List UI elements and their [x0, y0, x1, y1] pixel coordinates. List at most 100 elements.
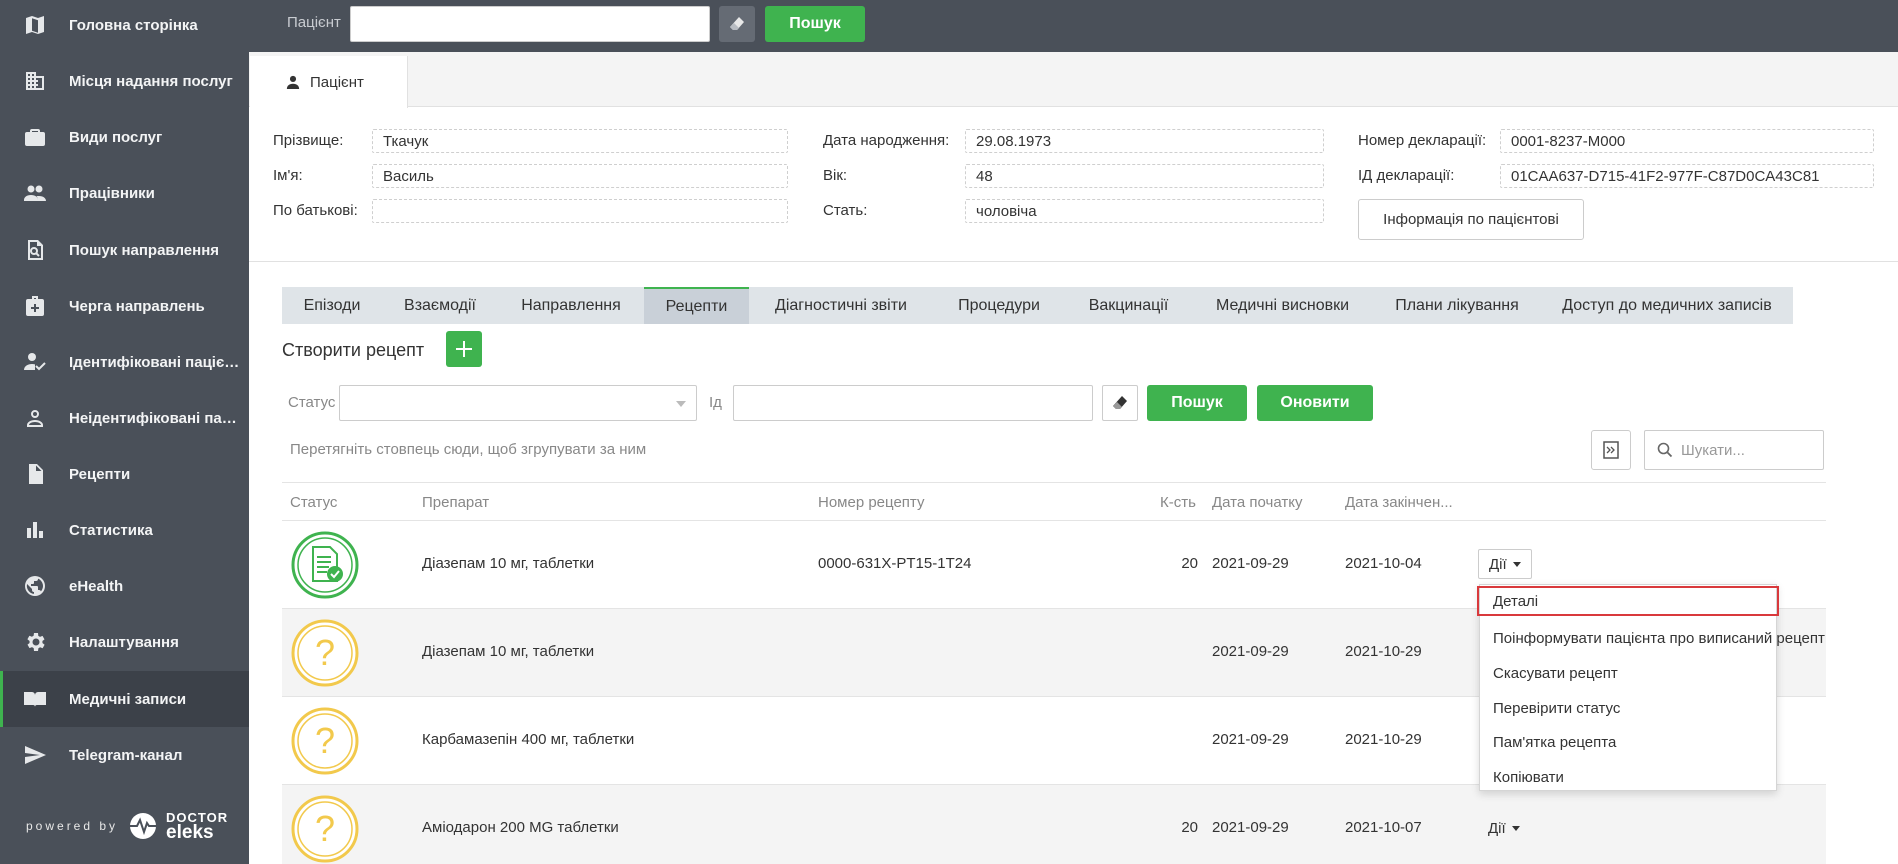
sidebar-item-label: Черга направлень [69, 297, 205, 315]
sidebar-item-service-types[interactable]: Види послуг [0, 109, 249, 165]
column-end-date[interactable]: Дата закінчен... [1345, 494, 1453, 511]
menu-item-prescription-memo[interactable]: Пам'ятка рецепта [1480, 727, 1776, 757]
sidebar-item-telegram[interactable]: Telegram-канал [0, 727, 249, 783]
patient-search-input[interactable] [350, 6, 710, 42]
heartbeat-logo-icon [130, 812, 161, 839]
section-divider [249, 261, 1898, 262]
declaration-id-field[interactable]: 01CAA637-D715-41F2-977F-C87D0CA43C81 [1500, 164, 1874, 188]
sidebar-item-label: Статистика [69, 521, 153, 539]
sidebar-item-prescriptions[interactable]: Рецепти [0, 446, 249, 502]
sidebar-item-statistics[interactable]: Статистика [0, 502, 249, 558]
briefcase-icon [22, 124, 48, 150]
sidebar-item-home[interactable]: Головна сторінка [0, 0, 249, 53]
sidebar-item-label: Працівники [69, 184, 155, 202]
column-drug[interactable]: Препарат [422, 494, 489, 511]
map-icon [22, 12, 48, 38]
sidebar-item-service-places[interactable]: Місця надання послуг [0, 53, 249, 109]
patronymic-field[interactable] [372, 199, 788, 223]
sidebar-item-referral-queue[interactable]: Черга направлень [0, 278, 249, 334]
clear-filters-button[interactable] [1102, 385, 1138, 421]
status-filter-select[interactable] [339, 385, 697, 421]
name-field[interactable]: Василь [372, 164, 788, 188]
tab-treatment-plans[interactable]: Плани лікування [1373, 287, 1541, 324]
plus-icon [456, 341, 472, 357]
sidebar-item-referral-search[interactable]: Пошук направлення [0, 222, 249, 278]
sidebar-item-medical-records[interactable]: Медичні записи [0, 671, 249, 727]
tab-procedures[interactable]: Процедури [933, 287, 1065, 324]
menu-item-inform-patient[interactable]: Поінформувати пацієнта про виписаний рец… [1480, 623, 1825, 653]
send-icon [22, 742, 48, 768]
patient-tabstrip: Пацієнт [249, 52, 1898, 108]
sidebar-item-label: Види послуг [69, 128, 163, 146]
sidebar-item-identified-patients[interactable]: Ідентифіковані пацієнти [0, 334, 249, 390]
globe-icon [22, 573, 48, 599]
user-check-icon [22, 349, 48, 375]
question-status-icon: ? [291, 619, 359, 687]
patronymic-label: По батькові: [273, 202, 358, 219]
logo-bottom-text: eleks [166, 822, 214, 843]
tab-episodes[interactable]: Епізоди [282, 287, 382, 324]
clear-patient-button[interactable] [719, 6, 755, 42]
tab-referrals[interactable]: Направлення [498, 287, 644, 324]
sex-field[interactable]: чоловіча [965, 199, 1324, 223]
svg-text:?: ? [315, 808, 335, 849]
surname-field[interactable]: Ткачук [372, 129, 788, 153]
grid-search-input[interactable]: Шукати... [1644, 430, 1824, 470]
tab-records-access[interactable]: Доступ до медичних записів [1541, 287, 1793, 324]
caret-down-icon [1512, 561, 1521, 567]
sidebar-item-settings[interactable]: Налаштування [0, 614, 249, 670]
declaration-number-label: Номер декларації: [1358, 132, 1487, 149]
patient-search-label: Пацієнт [287, 14, 341, 31]
top-bar: Пацієнт Пошук [249, 0, 1898, 52]
tab-interactions[interactable]: Взаємодії [382, 287, 498, 324]
table-row[interactable]: ? Аміодарон 200 MG таблетки 20 2021-09-2… [282, 785, 1826, 864]
sidebar-item-label: Неідентифіковані паціє... [69, 409, 244, 427]
id-filter-input[interactable] [733, 385, 1093, 421]
create-prescription-button[interactable] [446, 331, 482, 367]
tab-diagnostic-reports[interactable]: Діагностичні звіти [749, 287, 933, 324]
age-field[interactable]: 48 [965, 164, 1324, 188]
question-status-icon: ? [291, 795, 359, 863]
column-start-date[interactable]: Дата початку [1212, 494, 1302, 511]
chevron-down-icon [676, 401, 686, 407]
sidebar-item-ehealth[interactable]: eHealth [0, 558, 249, 614]
menu-item-details[interactable]: Деталі [1477, 586, 1779, 616]
svg-text:?: ? [315, 720, 335, 761]
end-date-cell: 2021-10-29 [1345, 643, 1422, 660]
excel-export-icon [1603, 441, 1619, 459]
end-date-cell: 2021-10-07 [1345, 819, 1422, 836]
declaration-id-label: ІД декларації: [1358, 167, 1455, 184]
menu-item-check-status[interactable]: Перевірити статус [1480, 693, 1776, 723]
powered-by: powered by DOCTOR eleks [26, 810, 228, 843]
column-status[interactable]: Статус [290, 494, 337, 511]
drug-cell: Аміодарон 200 MG таблетки [422, 819, 619, 836]
tab-vaccinations[interactable]: Вакцинації [1065, 287, 1192, 324]
menu-item-cancel-prescription[interactable]: Скасувати рецепт [1480, 658, 1776, 688]
drug-cell: Карбамазепін 400 мг, таблетки [422, 731, 635, 748]
end-date-cell: 2021-10-04 [1345, 555, 1422, 572]
grid-header: Статус Препарат Номер рецепту К-сть Дата… [282, 482, 1826, 521]
sidebar-item-label: Медичні записи [69, 690, 187, 708]
tab-prescriptions[interactable]: Рецепти [644, 287, 749, 324]
tab-medical-conclusions[interactable]: Медичні висновки [1192, 287, 1373, 324]
start-date-cell: 2021-09-29 [1212, 819, 1289, 836]
actions-dropdown-button[interactable]: Дії [1478, 813, 1530, 843]
patient-info-button[interactable]: Інформація по пацієнтові [1358, 199, 1584, 240]
column-number[interactable]: Номер рецепту [818, 494, 924, 511]
patient-search-button[interactable]: Пошук [765, 6, 865, 42]
export-excel-button[interactable] [1591, 430, 1631, 470]
sidebar-item-employees[interactable]: Працівники [0, 165, 249, 221]
refresh-button[interactable]: Оновити [1257, 385, 1373, 421]
birth-date-field[interactable]: 29.08.1973 [965, 129, 1324, 153]
sidebar-item-label: Налаштування [69, 633, 179, 651]
number-cell: 0000-631X-PT15-1T24 [818, 555, 972, 572]
declaration-number-field[interactable]: 0001-8237-M000 [1500, 129, 1874, 153]
menu-item-copy[interactable]: Копіювати [1480, 762, 1776, 792]
tab-patient-label: Пацієнт [310, 73, 364, 91]
tab-patient[interactable]: Пацієнт [250, 56, 408, 108]
sidebar: Головна сторінка Місця надання послуг Ви… [0, 0, 249, 864]
sidebar-item-unidentified-patients[interactable]: Неідентифіковані паціє... [0, 390, 249, 446]
actions-dropdown-button[interactable]: Дії [1478, 549, 1532, 579]
filter-search-button[interactable]: Пошук [1147, 385, 1247, 421]
column-quantity[interactable]: К-сть [1160, 494, 1196, 511]
